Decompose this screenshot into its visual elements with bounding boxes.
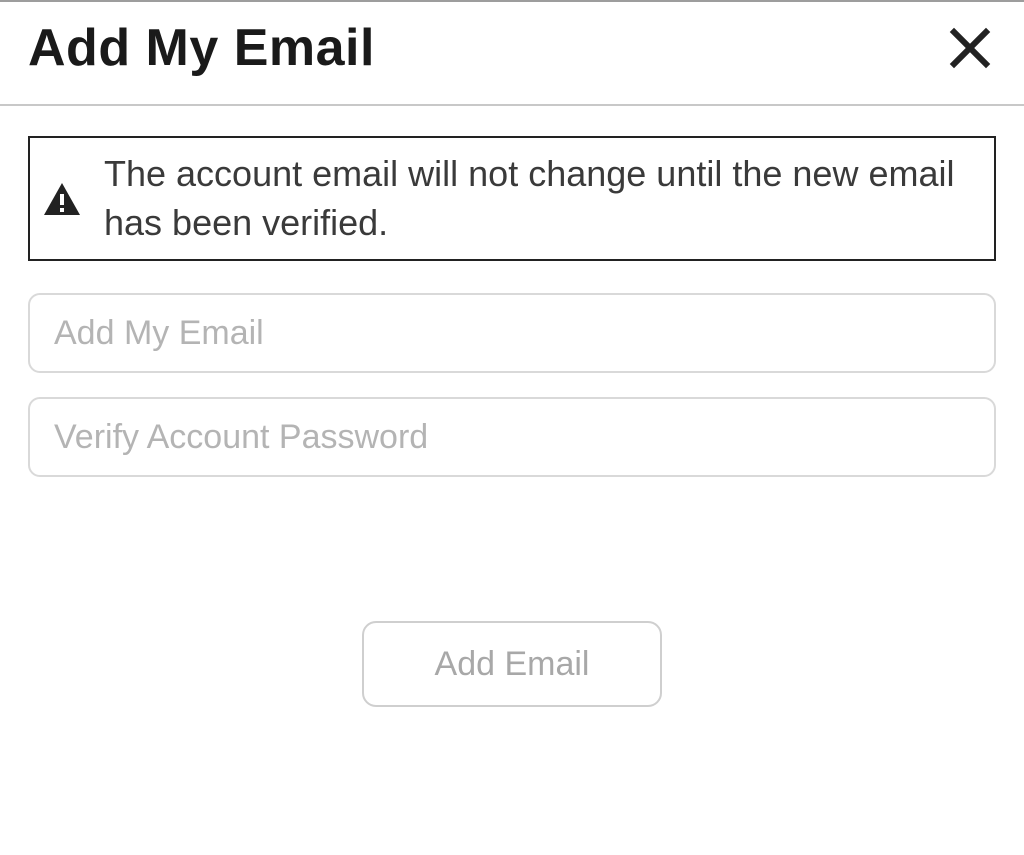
dialog-body: The account email will not change until …	[0, 106, 1024, 707]
dialog-header: Add My Email	[0, 2, 1024, 106]
warning-icon	[44, 181, 80, 217]
verification-warning: The account email will not change until …	[28, 136, 996, 261]
close-button[interactable]	[944, 22, 996, 74]
close-icon	[948, 26, 992, 70]
add-email-dialog: Add My Email The account email will not …	[0, 0, 1024, 855]
dialog-title: Add My Email	[28, 18, 375, 78]
password-input[interactable]	[28, 397, 996, 477]
add-email-button[interactable]: Add Email	[362, 621, 662, 707]
email-input[interactable]	[28, 293, 996, 373]
warning-message: The account email will not change until …	[104, 150, 974, 247]
submit-row: Add Email	[28, 621, 996, 707]
